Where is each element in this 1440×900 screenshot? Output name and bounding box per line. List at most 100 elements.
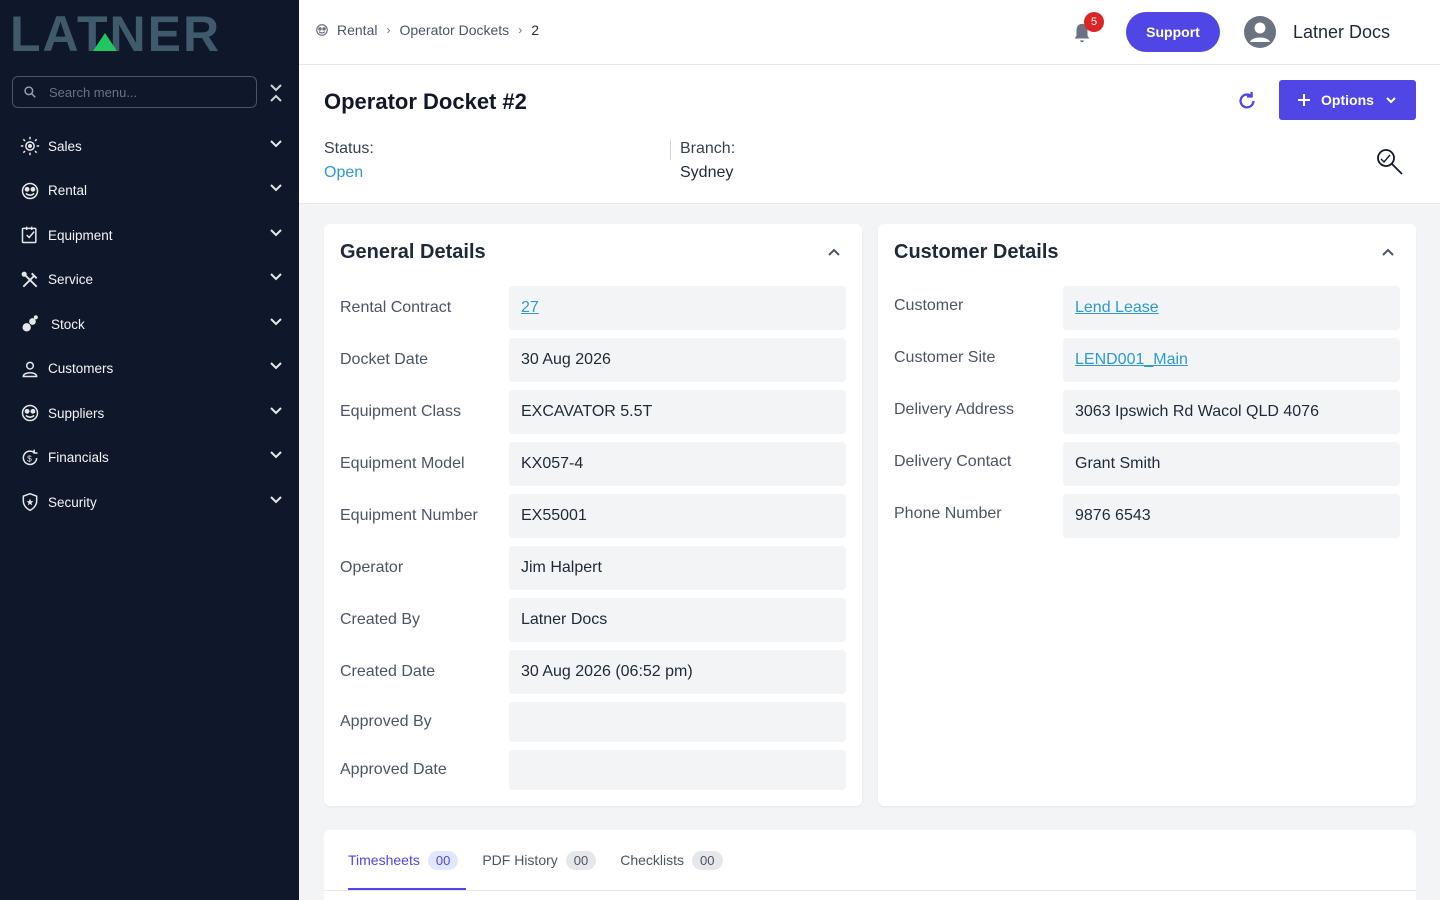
sales-icon [19, 135, 41, 157]
collapse-sidebar-icon[interactable] [268, 82, 284, 104]
rental-icon [316, 24, 328, 36]
field-label: Delivery Address [894, 401, 1015, 418]
field-label: Rental Contract [340, 299, 452, 316]
chevron-down-icon [269, 315, 283, 334]
customers-icon [19, 358, 41, 380]
search-icon [24, 86, 36, 98]
branch-field: Branch: Sydney [680, 140, 735, 182]
sidebar-item-suppliers[interactable]: Suppliers [0, 391, 299, 436]
equipment-class-row: Equipment Class EXCAVATOR 5.5T [340, 390, 846, 434]
field-label: Operator [340, 559, 404, 576]
user-name[interactable]: Latner Docs [1293, 22, 1390, 43]
operator-row: Operator Jim Halpert [340, 546, 846, 590]
financials-icon: $ [19, 447, 41, 469]
phone-number-row: Phone Number 9876 6543 [894, 494, 1400, 538]
tab-label: PDF History [482, 852, 558, 868]
field-label: Equipment Class [340, 403, 461, 420]
notification-badge: 5 [1084, 12, 1104, 32]
field-label: Created By [340, 611, 421, 628]
branch-label: Branch: [680, 140, 736, 157]
delivery-address-row: Delivery Address 3063 Ipswich Rd Wacol Q… [894, 390, 1400, 434]
options-button[interactable]: Options [1279, 80, 1416, 120]
chevron-down-icon [1386, 97, 1396, 104]
operator-value: Jim Halpert [509, 546, 846, 590]
chevron-down-icon [269, 404, 283, 423]
tab-label: Timesheets [348, 852, 420, 868]
sidebar-item-label: Equipment [48, 227, 113, 243]
delivery-contact-value: Grant Smith [1063, 442, 1400, 486]
rental-contract-link[interactable]: 27 [509, 286, 846, 330]
approved-by-row: Approved By [340, 700, 846, 744]
sidebar-nav: Sales Rental Equipment Service Stock Cus… [0, 124, 299, 525]
branch-value: Sydney [680, 164, 734, 181]
chevron-down-icon [269, 448, 283, 467]
sidebar: LATNER Sales Rental Equipment Service [0, 0, 299, 900]
sidebar-item-equipment[interactable]: Equipment [0, 213, 299, 258]
search-menu[interactable] [12, 76, 257, 108]
field-label: Docket Date [340, 351, 429, 368]
equipment-model-row: Equipment Model KX057-4 [340, 442, 846, 486]
field-label: Customer [894, 297, 964, 314]
customer-link[interactable]: Lend Lease [1063, 286, 1400, 330]
tab-count: 00 [565, 850, 597, 870]
approved-by-value [509, 702, 846, 742]
breadcrumb-current: 2 [531, 22, 539, 38]
sidebar-item-label: Rental [48, 183, 88, 199]
delivery-contact-row: Delivery Contact Grant Smith [894, 442, 1400, 486]
stock-icon [19, 313, 41, 335]
customer-site-row: Customer Site LEND001_Main [894, 338, 1400, 382]
customer-row: Customer Lend Lease [894, 286, 1400, 330]
general-details-title: General Details [340, 241, 486, 263]
field-label: Equipment Number [340, 507, 478, 524]
sidebar-item-label: Customers [48, 361, 114, 377]
chevron-up-icon[interactable] [826, 244, 842, 260]
sidebar-item-stock[interactable]: Stock [0, 302, 299, 347]
refresh-icon[interactable] [1236, 90, 1258, 112]
sidebar-item-rental[interactable]: Rental [0, 169, 299, 214]
equipment-icon [19, 224, 41, 246]
status-label: Status: [324, 140, 374, 157]
avatar[interactable] [1244, 16, 1276, 48]
service-icon [19, 269, 41, 291]
sidebar-item-sales[interactable]: Sales [0, 124, 299, 169]
equipment-class-value: EXCAVATOR 5.5T [509, 390, 846, 434]
sidebar-item-service[interactable]: Service [0, 258, 299, 303]
sidebar-item-financials[interactable]: $ Financials [0, 436, 299, 481]
equipment-model-value: KX057-4 [509, 442, 846, 486]
chevron-up-icon[interactable] [1380, 244, 1396, 260]
sidebar-item-customers[interactable]: Customers [0, 347, 299, 392]
breadcrumb-rental[interactable]: Rental [337, 22, 377, 38]
created-date-row: Created Date 30 Aug 2026 (06:52 pm) [340, 650, 846, 694]
tab-checklists[interactable]: Checklists 00 [620, 848, 723, 872]
tab-pdf-history[interactable]: PDF History 00 [482, 848, 597, 872]
field-label: Phone Number [894, 505, 1002, 522]
general-details-card: General Details Rental Contract 27 Docke… [324, 224, 862, 806]
support-button[interactable]: Support [1126, 12, 1220, 52]
approved-date-row: Approved Date [340, 748, 846, 792]
chevron-down-icon [269, 493, 283, 512]
latner-logo[interactable]: LATNER [10, 8, 280, 56]
sidebar-item-security[interactable]: Security [0, 480, 299, 525]
search-input[interactable] [49, 84, 239, 100]
page-header: Operator Docket #2 Options Status: Open B… [299, 65, 1440, 204]
customer-site-link[interactable]: LEND001_Main [1063, 338, 1400, 382]
breadcrumb-operator-dockets[interactable]: Operator Dockets [399, 22, 509, 38]
plus-icon [1298, 94, 1311, 106]
sidebar-item-label: Sales [48, 138, 82, 154]
tab-timesheets[interactable]: Timesheets 00 [348, 848, 459, 872]
tab-label: Checklists [620, 852, 685, 868]
equipment-number-row: Equipment Number EX55001 [340, 494, 846, 538]
customer-details-title: Customer Details [894, 241, 1059, 263]
created-by-row: Created By Latner Docs [340, 598, 846, 642]
docket-date-row: Docket Date 30 Aug 2026 [340, 338, 846, 382]
sidebar-item-label: Stock [51, 316, 85, 332]
sidebar-item-label: Service [48, 272, 94, 288]
field-label: Created Date [340, 663, 436, 680]
created-date-value: 30 Aug 2026 (06:52 pm) [509, 650, 846, 694]
breadcrumb: Rental › Operator Dockets › 2 [315, 22, 539, 38]
chevron-right-icon: › [518, 23, 523, 37]
tabs-divider [324, 890, 1416, 891]
docket-date-value: 30 Aug 2026 [509, 338, 846, 382]
magnifier-icon[interactable] [1375, 147, 1405, 177]
page-title: Operator Docket #2 [324, 89, 527, 115]
